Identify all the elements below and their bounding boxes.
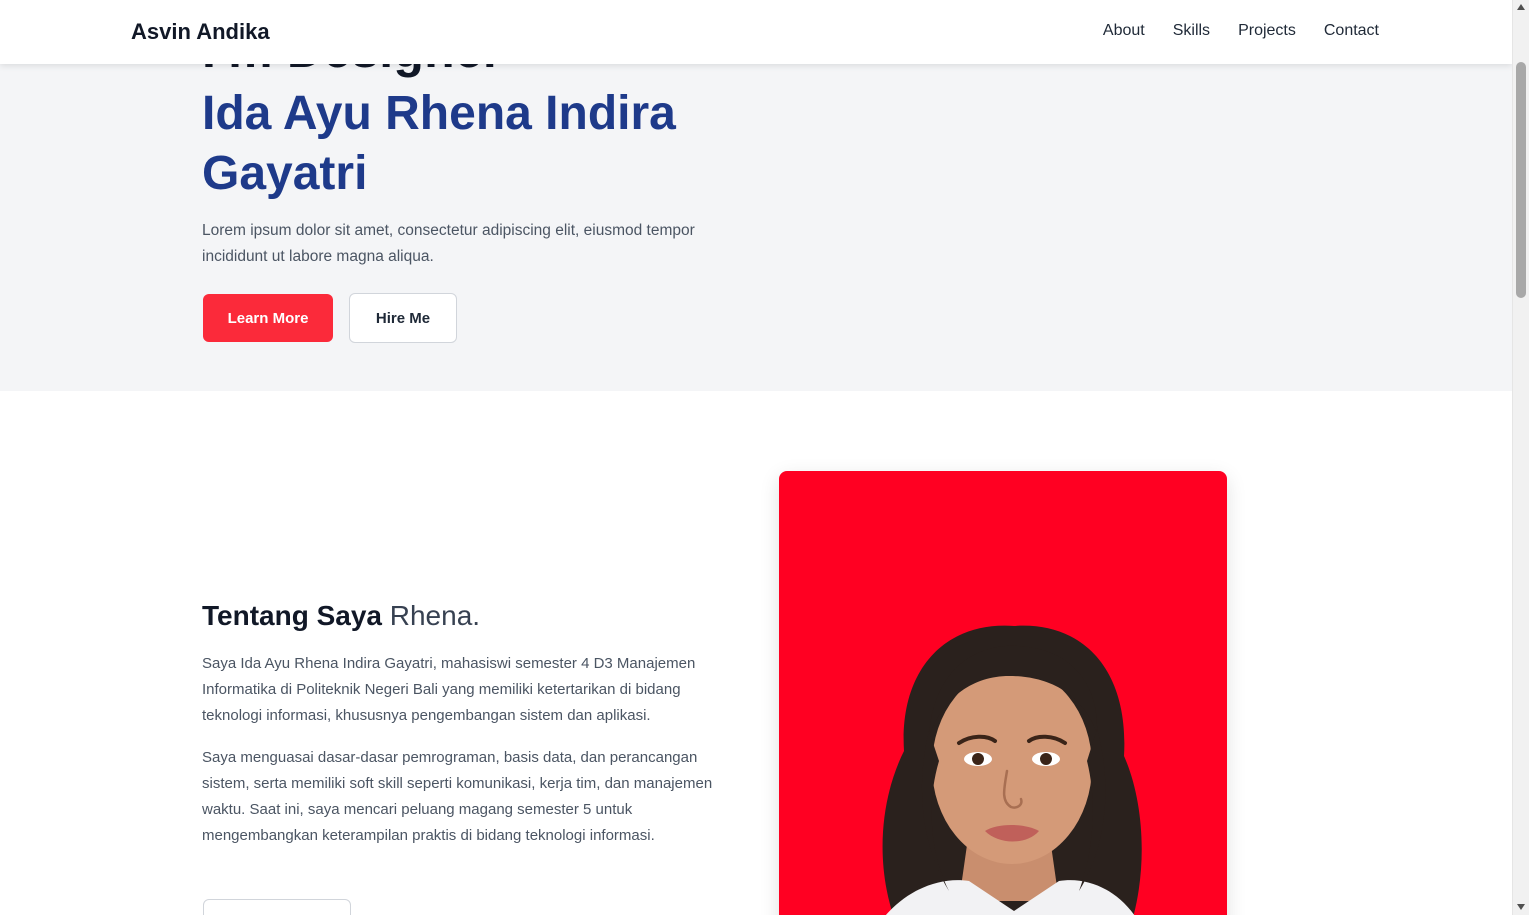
page: I'm Designer Ida Ayu Rhena Indira Gayatr… [0, 0, 1512, 915]
hire-me-button[interactable]: Hire Me [349, 293, 457, 343]
about-title-text: Tentang Saya [202, 600, 382, 631]
about-paragraph-1: Saya Ida Ayu Rhena Indira Gayatri, mahas… [202, 655, 696, 724]
nav-link-about[interactable]: About [1103, 22, 1145, 40]
nav-link-projects[interactable]: Projects [1238, 22, 1296, 40]
nav-link-contact[interactable]: Contact [1324, 22, 1379, 40]
portrait-illustration [882, 625, 1142, 915]
about-title-accent: Rhena. [389, 600, 481, 631]
about-paragraph-2: Saya menguasai dasar-dasar pemrograman, … [202, 749, 713, 844]
hero-name: Ida Ayu Rhena Indira Gayatri [202, 87, 676, 200]
about-button[interactable] [203, 899, 351, 915]
nav-link-skills[interactable]: Skills [1173, 22, 1210, 40]
nav-links: About Skills Projects Contact [1103, 22, 1379, 40]
about-title: Tentang Saya Rhena. [202, 600, 480, 632]
scroll-thumb[interactable] [1516, 62, 1526, 298]
profile-photo [779, 471, 1227, 915]
hero-description: Lorem ipsum dolor sit amet, consectetur … [202, 222, 695, 265]
learn-more-button[interactable]: Learn More [203, 294, 333, 342]
vertical-scrollbar[interactable] [1512, 0, 1529, 915]
brand-logo[interactable]: Asvin Andika [131, 19, 270, 45]
scroll-up-arrow-icon[interactable] [1517, 4, 1525, 10]
scroll-down-arrow-icon[interactable] [1517, 904, 1525, 910]
navbar: Asvin Andika About Skills Projects Conta… [0, 0, 1512, 64]
